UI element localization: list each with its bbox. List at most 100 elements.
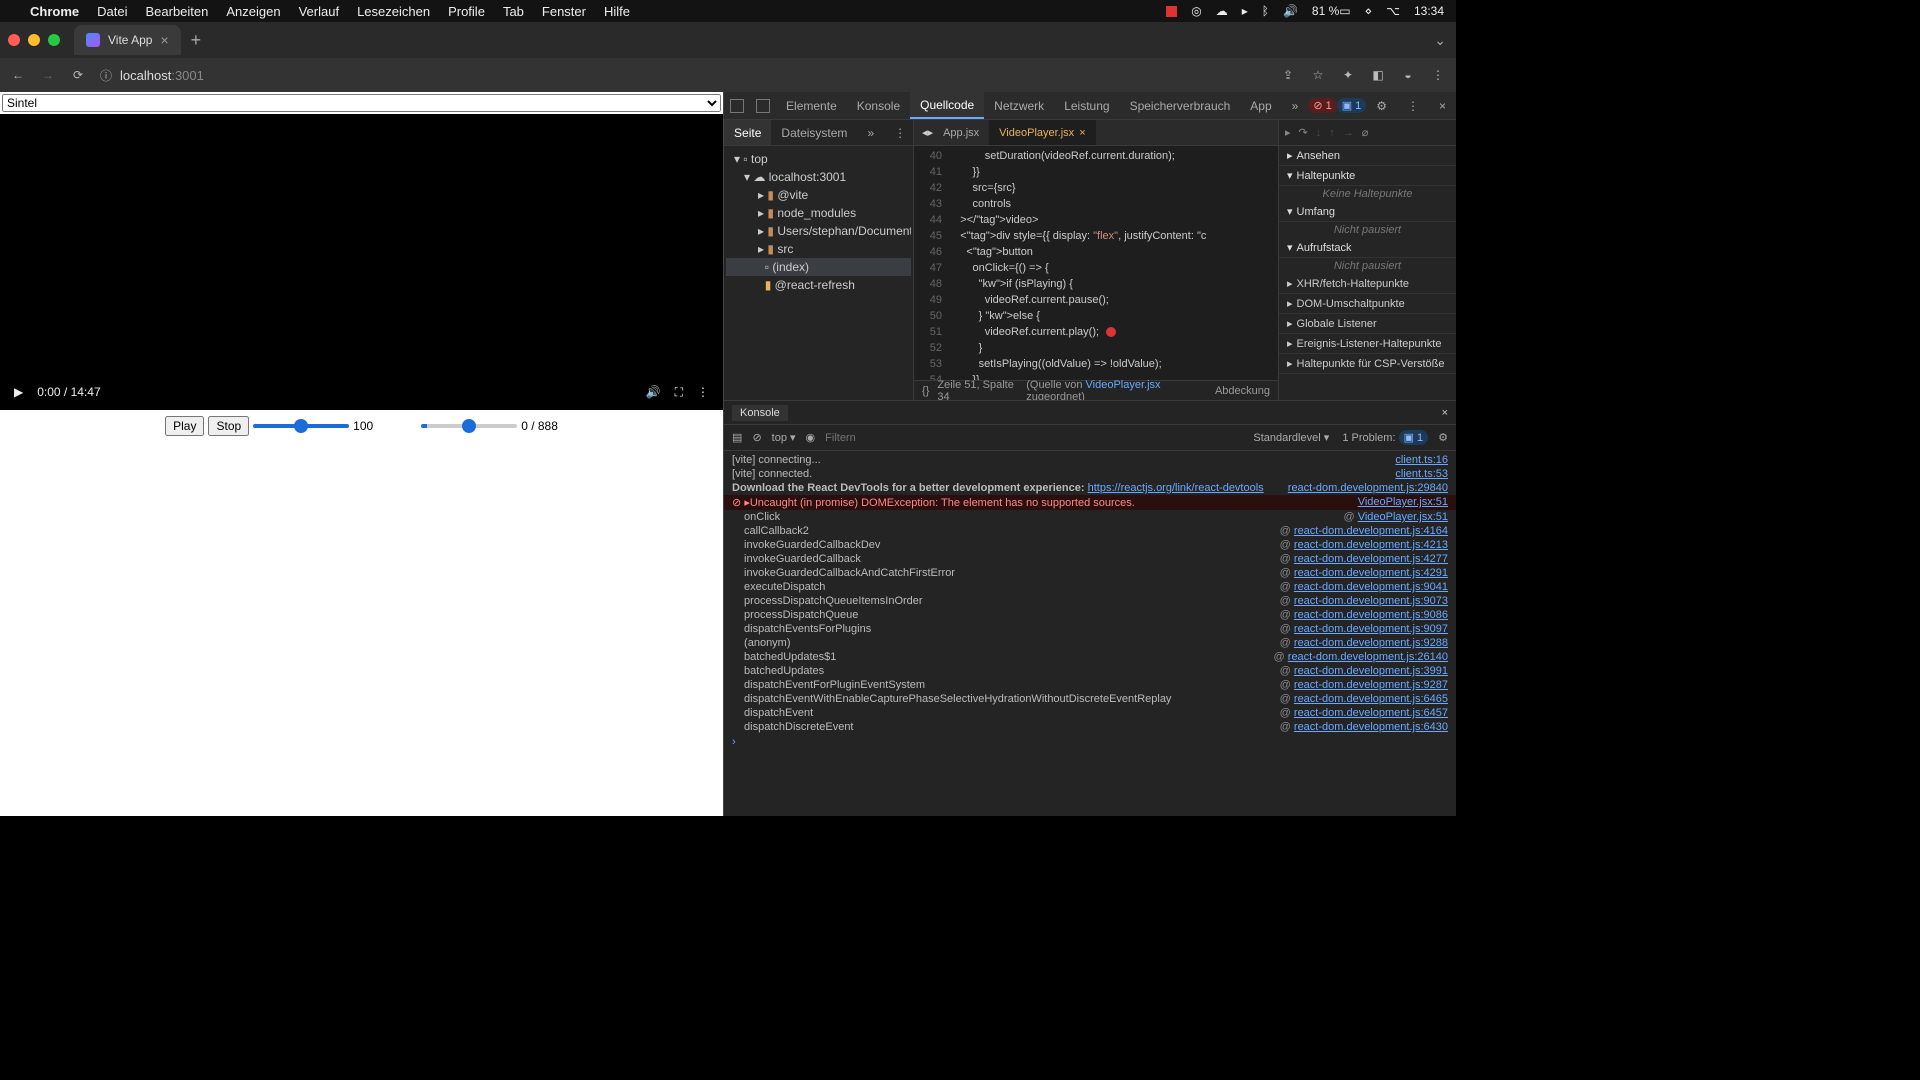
error-count-badge[interactable]: ⊘ 1	[1308, 98, 1336, 113]
tree-item[interactable]: ▸ ▮ Users/stephan/Documents/dev…	[726, 222, 911, 240]
csp-bp-section[interactable]: ▸ Haltepunkte für CSP-Verstöße	[1279, 354, 1456, 374]
menu-button[interactable]: ⋮	[1430, 68, 1446, 82]
tab-page[interactable]: Seite	[724, 120, 771, 145]
tree-item[interactable]: ▸ ▮ src	[726, 240, 911, 258]
step-button[interactable]: →	[1343, 127, 1354, 139]
code-area[interactable]: 4041424344454647484950515253545556575859…	[914, 146, 1278, 380]
volume-slider[interactable]	[253, 424, 349, 428]
step-into-button[interactable]: ↓	[1316, 127, 1322, 139]
video-select[interactable]: Sintel	[2, 94, 721, 112]
tree-item[interactable]: ▮ @react-refresh	[726, 276, 911, 294]
level-selector[interactable]: Standardlevel ▾	[1253, 431, 1329, 444]
profile-button[interactable]: ◒	[1400, 68, 1416, 82]
callstack-section[interactable]: ▾ Aufrufstack	[1279, 238, 1456, 258]
seek-slider[interactable]	[421, 424, 517, 428]
menu-item[interactable]: Anzeigen	[226, 4, 280, 19]
editor-nav-button[interactable]: ◂▸	[922, 126, 933, 139]
event-bp-section[interactable]: ▸ Ereignis-Listener-Haltepunkte	[1279, 334, 1456, 354]
tree-item[interactable]: ▾ ▫ top	[726, 150, 911, 168]
tab-sources[interactable]: Quellcode	[910, 92, 984, 119]
tab-memory[interactable]: Speicherverbrauch	[1120, 92, 1241, 119]
video-player[interactable]: ▶ 0:00 / 14:47 🔊 ⛶ ⋮	[0, 114, 723, 410]
video-fullscreen-button[interactable]: ⛶	[675, 385, 683, 400]
video-mute-button[interactable]: 🔊	[646, 385, 661, 399]
watch-section[interactable]: ▸ Ansehen	[1279, 146, 1456, 166]
step-out-button[interactable]: ↑	[1329, 127, 1335, 139]
share-button[interactable]: ⇪	[1280, 68, 1296, 82]
wifi-icon[interactable]: ⋄	[1365, 4, 1373, 18]
console-prompt[interactable]: ›	[724, 734, 1456, 750]
device-toolbar-button[interactable]	[756, 99, 770, 113]
menu-item[interactable]: Bearbeiten	[145, 4, 208, 19]
step-over-button[interactable]: ↷	[1299, 126, 1308, 139]
new-tab-button[interactable]: +	[191, 30, 202, 51]
inspect-element-button[interactable]	[730, 99, 744, 113]
menu-item[interactable]: Profile	[448, 4, 485, 19]
play-button[interactable]: Play	[165, 416, 204, 436]
dom-bp-section[interactable]: ▸ DOM-Umschaltpunkte	[1279, 294, 1456, 314]
editor-tab-active[interactable]: VideoPlayer.jsx ×	[989, 120, 1095, 145]
tree-item-selected[interactable]: ▫ (index)	[726, 258, 911, 276]
close-icon[interactable]: ×	[1079, 127, 1085, 139]
bluetooth-icon[interactable]: ᛒ	[1262, 4, 1269, 18]
problems-label[interactable]: 1 Problem: ▣ 1	[1339, 430, 1428, 445]
deactivate-bp-button[interactable]: ⌀	[1362, 126, 1369, 139]
resume-button[interactable]: ▸	[1285, 126, 1291, 139]
tab-performance[interactable]: Leistung	[1054, 92, 1119, 119]
coverage-label[interactable]: Abdeckung	[1215, 385, 1270, 397]
issue-count-badge[interactable]: ▣ 1	[1337, 98, 1367, 113]
tabs-more-button[interactable]: »	[1282, 92, 1309, 119]
close-tab-button[interactable]: ×	[160, 32, 168, 48]
video-menu-button[interactable]: ⋮	[697, 385, 709, 399]
tree-item[interactable]: ▸ ▮ @vite	[726, 186, 911, 204]
console-sidebar-button[interactable]: ▤	[732, 431, 742, 444]
close-window-button[interactable]	[8, 34, 20, 46]
close-devtools-button[interactable]: ×	[1429, 92, 1456, 119]
playback-icon[interactable]: ▸	[1242, 4, 1248, 18]
clear-console-button[interactable]: ⊘	[752, 431, 761, 444]
menu-item[interactable]: Fenster	[542, 4, 586, 19]
drawer-tab-console[interactable]: Konsole	[732, 405, 788, 421]
recording-indicator-icon[interactable]	[1166, 6, 1177, 17]
browser-tab[interactable]: Vite App ×	[74, 25, 181, 55]
bookmark-button[interactable]: ☆	[1310, 68, 1326, 82]
console-settings-button[interactable]: ⚙	[1438, 431, 1448, 444]
nav-more-button[interactable]: »	[857, 120, 884, 145]
menu-item[interactable]: Lesezeichen	[357, 4, 430, 19]
breakpoints-section[interactable]: ▾ Haltepunkte	[1279, 166, 1456, 186]
tab-application[interactable]: App	[1240, 92, 1281, 119]
reload-button[interactable]: ⟳	[70, 68, 86, 82]
video-play-button[interactable]: ▶	[14, 385, 23, 399]
menu-item[interactable]: Hilfe	[604, 4, 630, 19]
menu-item[interactable]: Verlauf	[299, 4, 339, 19]
tree-item[interactable]: ▸ ▮ node_modules	[726, 204, 911, 222]
back-button[interactable]: ←	[10, 68, 26, 82]
sidepanel-button[interactable]: ◧	[1370, 68, 1386, 82]
tab-elements[interactable]: Elemente	[776, 92, 847, 119]
nav-menu-button[interactable]: ⋮	[884, 120, 916, 145]
menu-item[interactable]: Tab	[503, 4, 524, 19]
stop-button[interactable]: Stop	[208, 416, 249, 436]
xhr-bp-section[interactable]: ▸ XHR/fetch-Haltepunkte	[1279, 274, 1456, 294]
editor-tab[interactable]: App.jsx	[933, 120, 989, 145]
volume-icon[interactable]: 🔊	[1283, 4, 1298, 18]
menu-item[interactable]: Datei	[97, 4, 127, 19]
tab-filesystem[interactable]: Dateisystem	[771, 120, 857, 145]
minimize-window-button[interactable]	[28, 34, 40, 46]
control-center-icon[interactable]: ⌥	[1386, 4, 1400, 18]
cloud-icon[interactable]: ☁	[1216, 4, 1228, 18]
tab-network[interactable]: Netzwerk	[984, 92, 1054, 119]
scope-section[interactable]: ▾ Umfang	[1279, 202, 1456, 222]
live-expr-button[interactable]: ◉	[806, 431, 816, 444]
tabs-overflow-button[interactable]: ⌄	[1434, 32, 1446, 49]
close-drawer-button[interactable]: ×	[1442, 407, 1448, 419]
clock[interactable]: 13:34	[1414, 4, 1444, 18]
site-info-icon[interactable]: ⓘ	[100, 67, 112, 84]
app-name[interactable]: Chrome	[30, 4, 79, 19]
extensions-button[interactable]: ✦	[1340, 68, 1356, 82]
filter-input[interactable]	[825, 432, 945, 444]
address-bar[interactable]: ⓘ localhost:3001	[100, 67, 1266, 84]
forward-button[interactable]: →	[40, 68, 56, 82]
tree-item[interactable]: ▾ ☁ localhost:3001	[726, 168, 911, 186]
tab-console[interactable]: Konsole	[847, 92, 910, 119]
